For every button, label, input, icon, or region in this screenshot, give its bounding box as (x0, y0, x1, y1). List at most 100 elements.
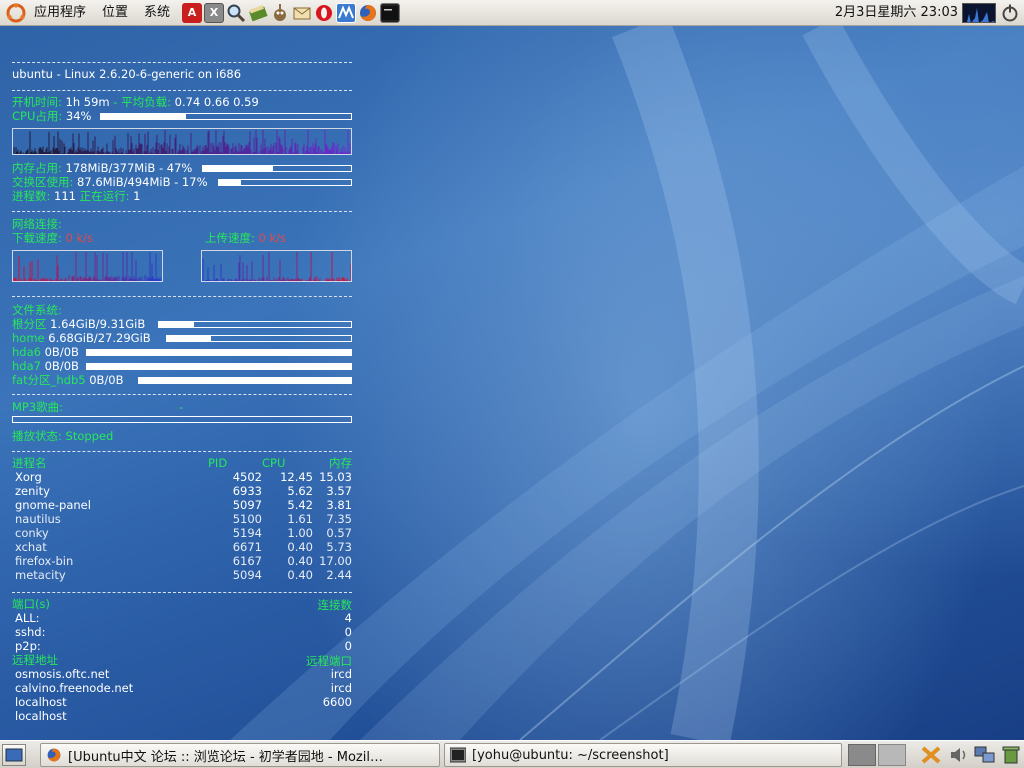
running-value: 1 (133, 189, 141, 203)
fs-usage: 0B/0B (44, 345, 79, 359)
task-firefox-label: [Ubuntu中文 论坛 :: 浏览论坛 - 初学者园地 - Mozil… (68, 749, 383, 765)
proc-mem: 5.73 (326, 540, 352, 554)
power-icon[interactable] (1000, 3, 1020, 23)
up-label: 上传速度: (205, 231, 255, 245)
remote-addr-label: 远程地址 (12, 653, 58, 667)
filesystem-row: hda6 0B/0B (12, 345, 79, 359)
proc-header-cpu: CPU (262, 456, 286, 470)
up-value: 0 k/s (258, 231, 287, 245)
cpu-graph (12, 128, 352, 155)
fs-name: home (12, 331, 45, 345)
remote-port: 6600 (322, 695, 352, 709)
proc-label: 进程数: (12, 189, 51, 203)
trash-icon[interactable] (1000, 745, 1022, 765)
font-viewer-icon[interactable]: X (204, 2, 225, 23)
swap-label: 交换区使用: (12, 175, 74, 189)
port-count: 0 (344, 625, 352, 639)
mem-label: 内存占用: (12, 161, 62, 175)
adobe-reader-icon[interactable]: A (182, 2, 203, 23)
separator (12, 62, 352, 63)
terminal-icon[interactable] (380, 2, 401, 23)
play-value: Stopped (65, 429, 114, 443)
mp3-progress-bar (12, 416, 352, 423)
task-firefox[interactable]: [Ubuntu中文 论坛 :: 浏览论坛 - 初学者园地 - Mozil… (40, 743, 440, 767)
system-monitor-applet[interactable] (962, 3, 996, 23)
proc-name: firefox-bin (15, 554, 74, 568)
swap-line: 交换区使用: 87.6MiB/494MiB - 17% (12, 175, 208, 189)
uptime-line: 开机时间: 1h 59m - 平均负载: 0.74 0.66 0.59 (12, 95, 259, 109)
fs-name: hda6 (12, 345, 41, 359)
proc-mem: 3.57 (326, 484, 352, 498)
down-line: 下载速度: 0 k/s (12, 231, 93, 245)
proc-mem: 0.57 (326, 526, 352, 540)
proc-pid: 6933 (232, 484, 262, 498)
mem-line: 内存占用: 178MiB/377MiB - 47% (12, 161, 192, 175)
process-count-line: 进程数: 111 正在运行: 1 (12, 189, 141, 203)
system-menu[interactable]: 系统 (136, 0, 178, 26)
load-label: - 平均负载: (113, 95, 171, 109)
cpu-value: 34% (65, 109, 92, 123)
proc-pid: 5097 (232, 498, 262, 512)
fs-title: 文件系统: (12, 303, 62, 317)
top-panel: 应用程序 位置 系统 A X 2月3日星期六 23:03 (0, 0, 1024, 26)
down-value: 0 k/s (65, 231, 94, 245)
proc-pid: 6671 (232, 540, 262, 554)
proc-pid: 4502 (232, 470, 262, 484)
remote-port: ircd (330, 681, 352, 695)
fs-name: 根分区 (12, 317, 47, 331)
mp3-line: MP3歌曲: (12, 400, 63, 414)
fs-name: hda7 (12, 359, 41, 373)
separator (12, 394, 352, 395)
show-desktop-button[interactable] (2, 744, 26, 766)
search-tool-icon[interactable] (226, 3, 246, 23)
proc-cpu: 5.42 (287, 498, 313, 512)
places-menu[interactable]: 位置 (94, 0, 136, 26)
fs-usage: 0B/0B (89, 373, 124, 387)
terminal-icon (450, 747, 466, 763)
system-info: ubuntu - Linux 2.6.20-6-generic on i686 (12, 67, 242, 81)
port-count: 0 (344, 639, 352, 653)
clock[interactable]: 2月3日星期六 23:03 (835, 0, 958, 26)
fs-usage-bar (138, 377, 352, 384)
workspace-2[interactable] (878, 744, 906, 766)
up-line: 上传速度: 0 k/s (205, 231, 286, 245)
fs-usage: 0B/0B (44, 359, 79, 373)
proc-name: zenity (15, 484, 50, 498)
firefox-icon[interactable] (358, 3, 378, 23)
proc-cpu: 0.40 (287, 540, 313, 554)
fs-usage-bar (158, 321, 352, 328)
dictionary-icon[interactable] (248, 3, 268, 23)
mail-icon[interactable] (292, 3, 312, 23)
task-terminal[interactable]: [yohu@ubuntu: ~/screenshot] (444, 743, 842, 767)
firefox-icon (47, 748, 61, 762)
dia-icon[interactable] (336, 2, 357, 23)
separator (12, 211, 352, 212)
network-manager-icon[interactable] (920, 745, 942, 765)
filesystem-row: fat分区_hdb5 0B/0B (12, 373, 124, 387)
gimp-icon[interactable] (270, 3, 290, 23)
remote-port: ircd (330, 667, 352, 681)
filesystem-row: home 6.68GiB/27.29GiB (12, 331, 151, 345)
remote-address: localhost (15, 695, 67, 709)
ports-label: 端口(s) (12, 597, 50, 611)
fs-usage-bar (86, 349, 352, 356)
uptime-label: 开机时间: (12, 95, 62, 109)
mem-bar (202, 165, 352, 172)
network-status-icon[interactable] (974, 745, 996, 765)
workspace-1[interactable] (848, 744, 876, 766)
proc-mem: 2.44 (326, 568, 352, 582)
opera-icon[interactable] (314, 3, 334, 23)
separator (12, 592, 352, 593)
applications-menu[interactable]: 应用程序 (26, 0, 94, 26)
mp3-value: - (179, 400, 184, 414)
cpu-line: CPU占用: 34% (12, 109, 91, 123)
play-state-line: 播放状态: Stopped (12, 429, 113, 443)
ubuntu-logo-icon[interactable] (6, 2, 26, 23)
proc-cpu: 1.61 (287, 512, 313, 526)
cpu-label: CPU占用: (12, 109, 63, 123)
running-label: 正在运行: (79, 189, 130, 203)
workspace-switcher[interactable] (848, 744, 906, 766)
volume-icon[interactable] (948, 745, 970, 765)
separator (12, 451, 352, 452)
proc-name: gnome-panel (15, 498, 91, 512)
